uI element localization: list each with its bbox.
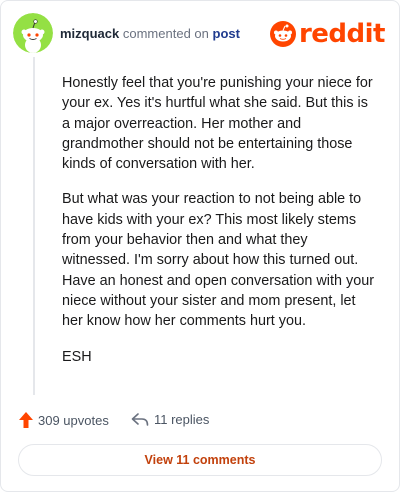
comment-paragraph: ESH bbox=[62, 348, 92, 365]
comment-header: mizquack commented on post reddit bbox=[13, 13, 386, 53]
username-link[interactable]: mizquack bbox=[60, 26, 119, 41]
action-text: commented on bbox=[122, 26, 209, 41]
upvote-button[interactable]: 309 upvotes bbox=[19, 412, 109, 428]
reddit-snoo-icon bbox=[269, 21, 296, 47]
comment-actions: 309 upvotes 11 replies bbox=[19, 412, 379, 432]
upvote-count: 309 upvotes bbox=[38, 412, 109, 428]
upvote-arrow-icon bbox=[19, 412, 33, 428]
comment-card: mizquack commented on post reddit Honest… bbox=[0, 0, 400, 492]
thread-line bbox=[33, 57, 35, 395]
replies-button[interactable]: 11 replies bbox=[131, 412, 209, 427]
reply-arrow-icon bbox=[131, 412, 149, 426]
comment-paragraph: Honestly feel that you're punishing your… bbox=[62, 75, 373, 173]
comment-meta: mizquack commented on post bbox=[60, 26, 240, 41]
post-link[interactable]: post bbox=[213, 26, 240, 41]
snoo-avatar-icon[interactable] bbox=[13, 13, 53, 53]
view-comments-button[interactable]: View 11 comments bbox=[18, 444, 382, 476]
comment-body: Honestly feel that you're punishing your… bbox=[62, 73, 378, 382]
reply-count: 11 replies bbox=[154, 412, 210, 427]
comment-paragraph: But what was your reaction to not being … bbox=[62, 191, 374, 330]
reddit-logo[interactable]: reddit bbox=[269, 19, 386, 49]
reddit-wordmark: reddit bbox=[298, 19, 386, 49]
